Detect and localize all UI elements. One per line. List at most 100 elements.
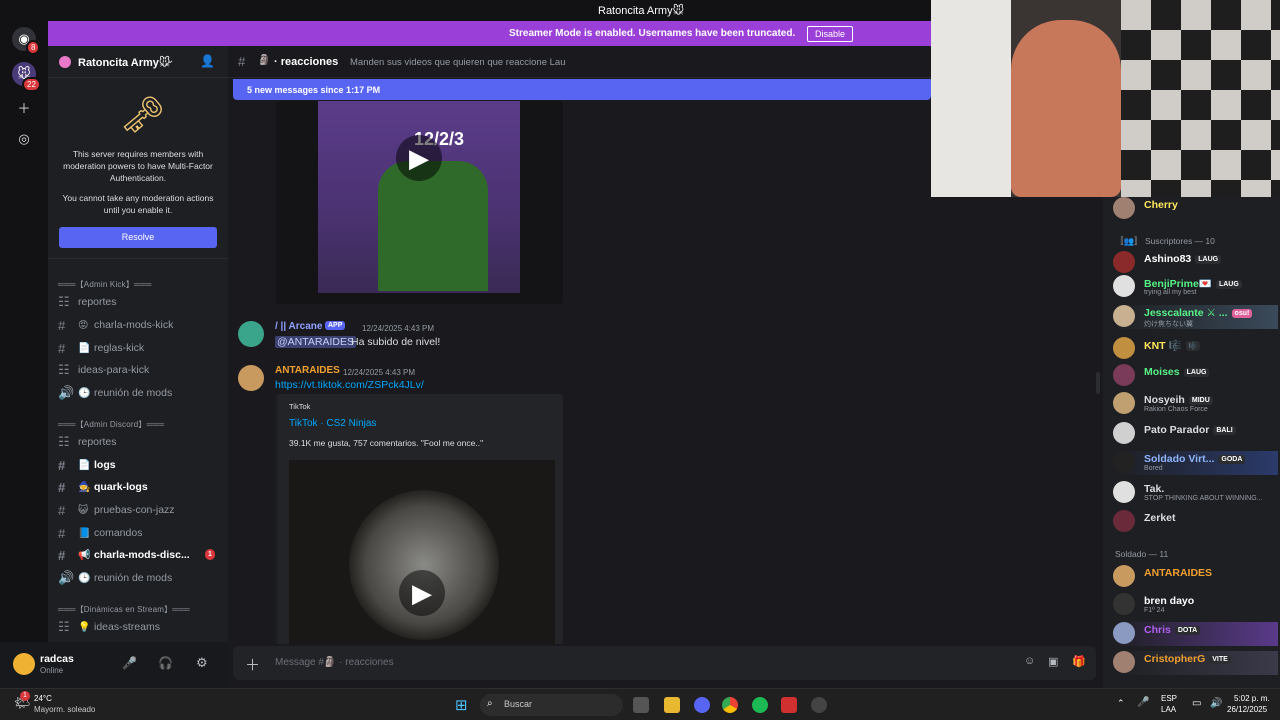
channel-pruebas-con-jazz[interactable]: # 😺 pruebas-con-jazz	[58, 500, 223, 520]
gift-icon[interactable]: 🎁	[1072, 655, 1086, 668]
weather-temp: 24°C	[34, 694, 52, 703]
server-header[interactable]: Ratoncita Army🐭 ⌄ 👤	[48, 46, 228, 78]
channel-ideas-streams[interactable]: ☷ 💡 ideas-streams	[58, 617, 223, 637]
member-item[interactable]: Moises LAUG	[1113, 364, 1278, 388]
member-item[interactable]: Tak. STOP THINKING ABOUT WINNING...	[1113, 481, 1278, 505]
message-author[interactable]: / || Arcane	[275, 321, 322, 332]
avatar[interactable]	[238, 321, 264, 347]
windows-start-icon[interactable]: ⊞	[455, 696, 468, 714]
category-dinamicas[interactable]: ═══【Dinámicas en Stream】═══	[58, 604, 190, 615]
member-item[interactable]: bren dayo F1º 24	[1113, 593, 1278, 617]
network-icon[interactable]: ▭	[1192, 698, 1201, 709]
key-icon: 🗝	[120, 94, 166, 135]
banner-message: Streamer Mode is enabled. Usernames have…	[509, 28, 796, 39]
spotify-icon[interactable]	[752, 697, 768, 713]
video-embed[interactable]: 12/2/3 ▶	[276, 101, 563, 304]
clock-time[interactable]: 5:02 p. m.	[1234, 694, 1270, 703]
gear-icon[interactable]: ⚙	[196, 655, 208, 671]
hash-icon: #	[58, 547, 66, 563]
category-admin-discord[interactable]: ═══【Admin Discord】═══	[58, 419, 164, 430]
user-mention[interactable]: @ANTARAIDES	[275, 336, 356, 348]
voice-reunion-de-mods-2[interactable]: 🔊 🕒 reunión de mods	[58, 568, 223, 588]
channel-quark-logs[interactable]: # 🧙 quark-logs	[58, 477, 223, 497]
cartoon-figure	[378, 161, 488, 291]
chrome-icon[interactable]	[722, 697, 738, 713]
member-item[interactable]: Zerket	[1113, 510, 1278, 534]
disable-button[interactable]: Disable	[807, 26, 854, 42]
member-group-header: 〚👥〛 Suscriptores — 10	[1115, 236, 1215, 246]
sticker-icon[interactable]: ☺	[1024, 655, 1035, 667]
discover-icon[interactable]: ◎	[12, 127, 36, 151]
voice-reunion-de-mods[interactable]: 🔊 🕒 reunión de mods	[58, 383, 223, 403]
user-status: Online	[40, 666, 64, 675]
channel-reglas-kick[interactable]: # 📄 reglas-kick	[58, 338, 223, 358]
hash-icon: #	[238, 54, 246, 69]
discord-icon[interactable]	[694, 697, 710, 713]
channel-name: · reacciones	[274, 56, 339, 68]
invite-icon[interactable]: 👤	[200, 54, 215, 68]
wall	[931, 0, 1011, 197]
member-item[interactable]: Ashino83 LAUG	[1113, 251, 1278, 275]
play-button[interactable]: ▶	[396, 135, 442, 181]
resolve-button[interactable]: Resolve	[59, 227, 217, 248]
member-item[interactable]: Nosyeih MIDU Rakion Chaos Force	[1113, 392, 1278, 416]
embed-description: 39.1K me gusta, 757 comentarios. "Fool m…	[289, 438, 484, 448]
gif-icon[interactable]: ▣	[1048, 655, 1058, 668]
member-item[interactable]: Pato Parador BALI	[1113, 422, 1278, 446]
member-item[interactable]: CristopherG VITE	[1113, 651, 1278, 675]
category-admin-kick[interactable]: ═══【Admin Kick】═══	[58, 279, 152, 290]
microphone-icon[interactable]: 🎤	[1137, 697, 1149, 708]
channel-logs[interactable]: # 📄 logs	[58, 455, 223, 475]
member-item[interactable]: Cherry	[1113, 197, 1278, 221]
member-item[interactable]: KNT 🎼 🎼	[1113, 337, 1278, 361]
add-attachment-icon[interactable]: ＋	[245, 654, 260, 675]
forum-icon: ☷	[58, 362, 70, 377]
file-explorer-icon[interactable]	[664, 697, 680, 713]
embed-provider: TikTok	[289, 402, 311, 411]
chevron-up-icon[interactable]: ⌃	[1117, 698, 1125, 709]
window-title: Ratoncita Army🐭	[598, 5, 685, 17]
mfa-notice: This server requires members with modera…	[63, 149, 213, 183]
member-item[interactable]: BenjiPrime💌 LAUG trying all my best	[1113, 275, 1278, 299]
channel-charla-mods-kick[interactable]: # 😡 charla-mods-kick	[58, 315, 223, 335]
channel-charla-mods-discord[interactable]: # 📢 charla-mods-disc... 1	[58, 545, 223, 565]
headphones-icon[interactable]: 🎧	[158, 656, 173, 670]
weather-desc: Mayorm. soleado	[34, 705, 96, 714]
play-button[interactable]: ▶	[399, 570, 445, 616]
microphone-icon[interactable]: 🎤	[122, 656, 137, 670]
search-box[interactable]: ⌕ Buscar	[480, 694, 623, 716]
video-embed[interactable]: ▶	[289, 460, 555, 644]
chevron-down-icon[interactable]: ⌄	[166, 55, 174, 66]
task-view-icon[interactable]	[633, 697, 649, 713]
mfa-notice-2: You cannot take any moderation actions u…	[62, 193, 214, 215]
server-logo-icon	[59, 56, 71, 68]
hash-icon: #	[58, 317, 66, 333]
search-input[interactable]: Buscar	[504, 699, 532, 709]
home-badge: 8	[26, 40, 41, 55]
hash-icon: #	[58, 525, 66, 541]
channel-reportes-2[interactable]: ☷ reportes	[58, 432, 223, 452]
message-author[interactable]: ANTARAIDES	[275, 365, 340, 376]
speaker-icon: 🔊	[58, 570, 75, 585]
member-item[interactable]: Jesscalante ⚔ ... osu! 灼け焦ちない翼	[1113, 305, 1278, 329]
volume-icon[interactable]: 🔊	[1210, 698, 1222, 709]
avatar[interactable]	[238, 365, 264, 391]
message-composer[interactable]: ＋ Message #🗿 · reacciones ☺ ▣ 🎁	[233, 646, 1096, 680]
member-item[interactable]: Chris DOTA	[1113, 622, 1278, 646]
member-item[interactable]: Soldado Virt... GODA Bored	[1113, 451, 1278, 475]
avatar[interactable]	[13, 653, 35, 675]
input-language[interactable]: ESP	[1161, 694, 1177, 703]
channel-comandos[interactable]: # 📘 comandos	[58, 523, 223, 543]
new-messages-bar[interactable]: 5 new messages since 1:17 PM	[233, 79, 931, 100]
channel-ideas-para-kick[interactable]: ☷ ideas-para-kick	[58, 360, 223, 380]
add-server-icon[interactable]: ＋	[12, 95, 36, 119]
obs-icon[interactable]	[811, 697, 827, 713]
app-icon[interactable]	[781, 697, 797, 713]
message-link[interactable]: https://vt.tiktok.com/ZSPck4JLv/	[275, 379, 424, 391]
scrollbar-thumb[interactable]	[1096, 372, 1100, 394]
channel-reportes[interactable]: ☷ reportes	[58, 292, 223, 312]
streamer-mode-banner: Streamer Mode is enabled. Usernames have…	[48, 21, 931, 46]
message-input[interactable]: Message #🗿 · reacciones	[275, 657, 394, 668]
member-item[interactable]: ANTARAIDES	[1113, 565, 1278, 589]
embed-title[interactable]: TikTok · CS2 Ninjas	[289, 418, 376, 429]
